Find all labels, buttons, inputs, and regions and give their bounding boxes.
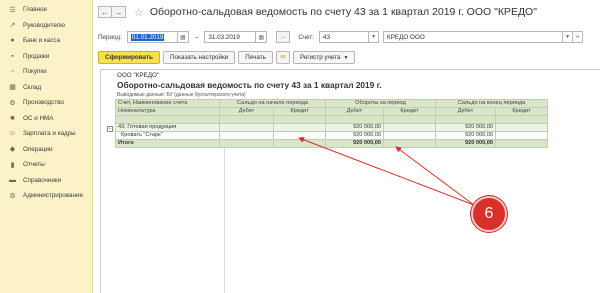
- sidebar-item-sales[interactable]: ▪ Продажи: [0, 49, 92, 65]
- sidebar-item-label: Справочники: [23, 176, 62, 184]
- sidebar-item-reports[interactable]: ▮ Отчеты: [0, 157, 92, 173]
- sidebar-item-production[interactable]: ⚙ Производство: [0, 95, 92, 111]
- basket-icon: ▫: [11, 68, 14, 76]
- operations-icon: ◆: [9, 146, 16, 154]
- sidebar-item-warehouse[interactable]: ▦ Склад: [0, 80, 92, 96]
- reports-icon: ▮: [10, 161, 15, 169]
- sidebar-item-label: Производство: [23, 99, 65, 107]
- sidebar-item-bank[interactable]: ● Банк и касса: [0, 33, 92, 49]
- gear-icon: ⚙: [9, 192, 16, 200]
- warehouse-icon: ▦: [9, 84, 16, 92]
- cart-icon: ▪: [11, 52, 14, 60]
- factory-icon: ⚙: [9, 99, 16, 107]
- sidebar-item-label: Покупки: [23, 68, 47, 76]
- sidebar-item-label: Отчеты: [23, 161, 45, 169]
- sidebar-item-label: Зарплата и кадры: [23, 130, 76, 138]
- main-area: ← → ☆ Оборотно-сальдовая ведомость по сч…: [94, 0, 600, 293]
- sidebar-item-label: Руководителю: [23, 21, 66, 29]
- sidebar-item-label: Продажи: [23, 52, 50, 60]
- sidebar-item-label: Склад: [23, 83, 42, 91]
- sidebar-item-label: Администрирование: [23, 192, 84, 200]
- chart-line-icon: ↗: [9, 22, 16, 30]
- sidebar-item-salary[interactable]: ☺ Зарплата и кадры: [0, 126, 92, 142]
- annotation-badge: 6: [471, 196, 507, 232]
- sidebar-item-catalogs[interactable]: ▬ Справочники: [0, 173, 92, 189]
- sidebar-item-main[interactable]: ☰ Главное: [0, 2, 92, 18]
- sidebar-menu: ☰ Главное ↗ Руководителю ● Банк и касса ▪ Пр…: [0, 0, 92, 204]
- menu-icon: ☰: [9, 6, 16, 14]
- assets-icon: ■: [10, 114, 15, 122]
- people-icon: ☺: [8, 130, 17, 138]
- arrow-to-item: [298, 136, 475, 206]
- sidebar-item-label: Главное: [23, 6, 48, 14]
- arrow-to-turnover: [395, 146, 475, 206]
- sidebar-item-label: ОС и НМА: [23, 114, 54, 122]
- sidebar-item-label: Операции: [23, 145, 53, 153]
- sidebar-item-manager[interactable]: ↗ Руководителю: [0, 18, 92, 34]
- sidebar-item-purchases[interactable]: ▫ Покупки: [0, 64, 92, 80]
- annotation-arrows: [298, 136, 475, 206]
- book-icon: ▬: [9, 176, 16, 184]
- sidebar-item-assets[interactable]: ■ ОС и НМА: [0, 111, 92, 127]
- sidebar-item-label: Банк и касса: [23, 37, 61, 45]
- sidebar-item-admin[interactable]: ⚙ Администрирование: [0, 188, 92, 204]
- sidebar-item-operations[interactable]: ◆ Операции: [0, 142, 92, 158]
- bank-icon: ●: [10, 37, 15, 45]
- sidebar: ☰ Главное ↗ Руководителю ● Банк и касса ▪ Пр…: [0, 0, 93, 293]
